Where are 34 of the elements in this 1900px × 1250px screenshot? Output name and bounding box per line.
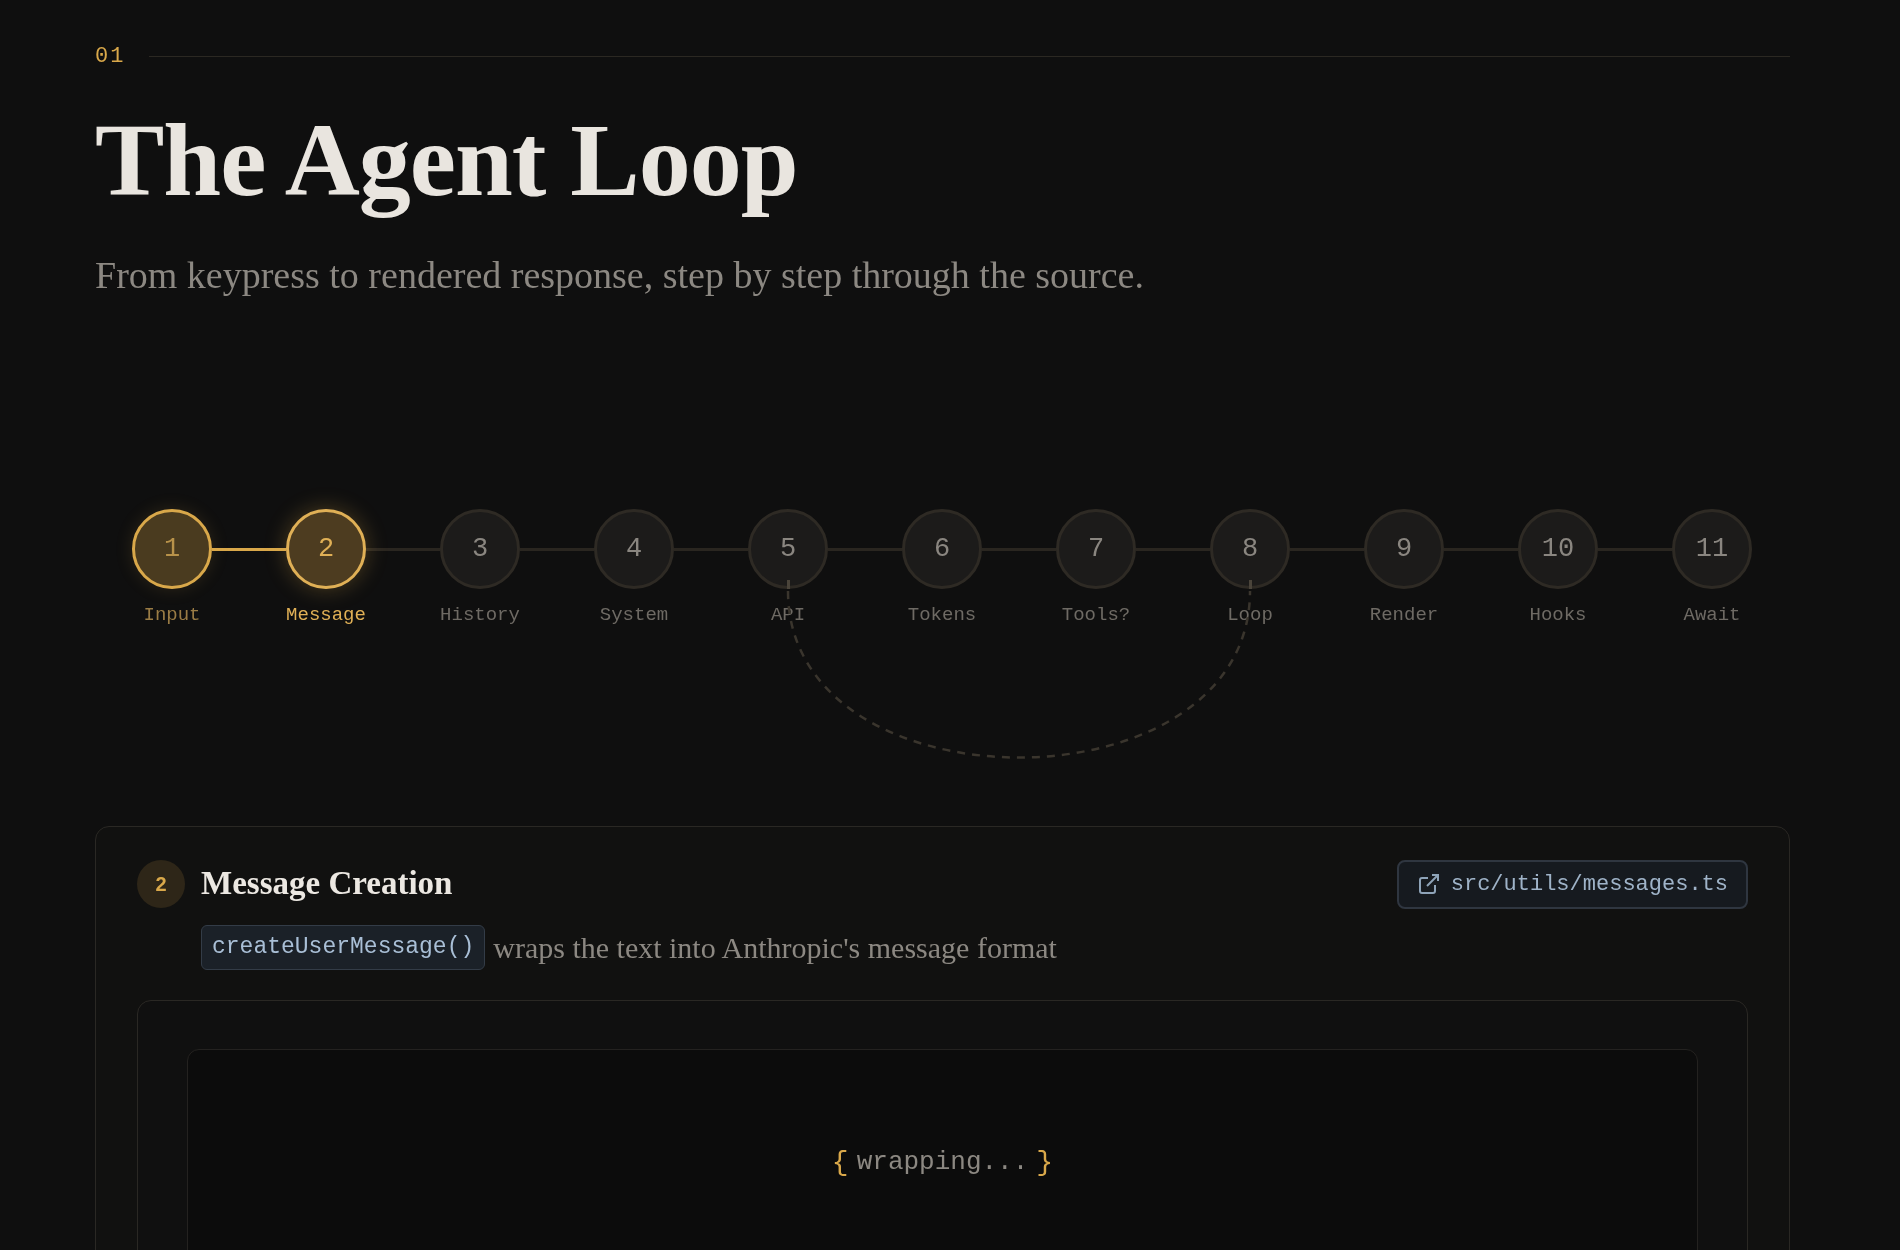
step-label: Input bbox=[143, 603, 201, 629]
section-number: 01 bbox=[95, 43, 126, 71]
step-button[interactable]: 5 bbox=[748, 509, 828, 590]
step-label: System bbox=[599, 603, 669, 629]
step-label: Hooks bbox=[1529, 603, 1587, 629]
step-button[interactable]: 7 bbox=[1056, 509, 1136, 590]
step-button[interactable]: 8 bbox=[1210, 509, 1290, 590]
step-button[interactable]: 1 bbox=[132, 509, 212, 590]
step-title: Message Creation bbox=[201, 864, 453, 904]
step-label: Tools? bbox=[1061, 603, 1131, 629]
step-label: Message bbox=[286, 603, 366, 629]
function-name: createUserMessage() bbox=[201, 925, 486, 970]
step-label: API bbox=[770, 603, 806, 629]
step-button[interactable]: 10 bbox=[1518, 509, 1598, 590]
step-button[interactable]: 9 bbox=[1364, 509, 1444, 590]
external-link-icon bbox=[1416, 872, 1441, 897]
step-button[interactable]: 3 bbox=[440, 509, 520, 590]
step-number-badge: 2 bbox=[137, 860, 185, 909]
step-label: History bbox=[440, 603, 520, 629]
source-file-link[interactable]: src/utils/messages.ts bbox=[1396, 859, 1748, 909]
page-title: The Agent Loop bbox=[95, 103, 799, 218]
page-subtitle: From keypress to rendered response, step by step through the source. bbox=[95, 253, 1144, 299]
open-brace: { bbox=[831, 1145, 849, 1180]
step-label: Render bbox=[1369, 603, 1439, 629]
step-button[interactable]: 11 bbox=[1672, 509, 1752, 590]
step-button[interactable]: 6 bbox=[902, 509, 982, 590]
step-label: Tokens bbox=[907, 603, 977, 629]
preview-status: wrapping... bbox=[856, 1146, 1029, 1180]
step-button[interactable]: 4 bbox=[594, 509, 674, 590]
step-button[interactable]: 2 bbox=[286, 509, 366, 590]
step-label: Loop bbox=[1227, 603, 1273, 629]
step-label: Await bbox=[1683, 603, 1741, 629]
step-description: wraps the text into Anthropic's message format bbox=[493, 929, 1057, 966]
close-brace: } bbox=[1036, 1145, 1054, 1180]
